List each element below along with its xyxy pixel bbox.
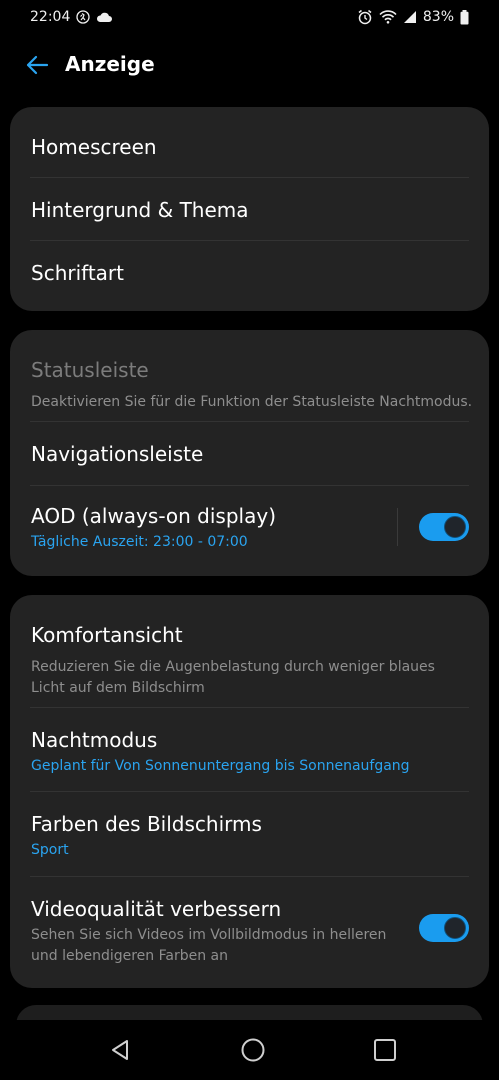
aod-subtitle: Tägliche Auszeit: 23:00 - 07:00 (31, 534, 248, 550)
komfortansicht-subtitle: Reduzieren Sie die Augenbelastung durch … (31, 659, 435, 696)
status-time: 22:04 (30, 9, 71, 25)
triangle-back-icon (108, 1038, 132, 1066)
divider (397, 508, 398, 546)
statusleiste-label: Statusleiste (31, 358, 149, 382)
page-title: Anzeige (65, 52, 155, 76)
app-bar: Anzeige (0, 40, 499, 92)
signal-icon (403, 10, 417, 24)
wallpaper-theme-item[interactable]: Hintergrund & Thema (30, 178, 469, 241)
font-item[interactable]: Schriftart (30, 241, 469, 304)
back-nav-button[interactable] (102, 1034, 138, 1070)
settings-card-bars: Statusleiste Deaktivieren Sie für die Fu… (10, 330, 489, 576)
cloud-icon (96, 11, 113, 23)
navigationsleiste-label: Navigationsleiste (31, 442, 204, 466)
komfortansicht-label: Komfortansicht (31, 623, 183, 647)
farben-label: Farben des Bildschirms (31, 812, 262, 836)
video-subtitle: Sehen Sie sich Videos im Vollbildmodus i… (31, 927, 387, 964)
video-label: Videoqualität verbessern (31, 897, 282, 921)
aod-label: AOD (always-on display) (31, 504, 276, 528)
aod-toggle[interactable] (419, 513, 469, 541)
statusleiste-item: Statusleiste Deaktivieren Sie für die Fu… (30, 338, 473, 422)
toggle-knob (444, 516, 466, 538)
back-button[interactable] (22, 52, 52, 82)
arrow-left-icon (25, 55, 49, 79)
square-recents-icon (373, 1038, 397, 1066)
video-item[interactable]: Videoqualität verbessern Sehen Sie sich … (30, 877, 469, 982)
nachtmodus-label: Nachtmodus (31, 728, 158, 752)
aod-item[interactable]: AOD (always-on display) Tägliche Auszeit… (30, 486, 469, 570)
statusleiste-subtitle: Deaktivieren Sie für die Funktion der St… (31, 394, 473, 410)
status-bar: 22:04 83% (0, 0, 499, 34)
wifi-icon (379, 10, 397, 24)
nachtmodus-item[interactable]: Nachtmodus Geplant für Von Sonnenunterga… (30, 708, 469, 792)
alarm-icon (357, 9, 373, 25)
step-counter-icon (76, 10, 91, 24)
home-nav-button[interactable] (235, 1034, 271, 1070)
wallpaper-theme-label: Hintergrund & Thema (31, 198, 249, 222)
circle-home-icon (240, 1037, 266, 1067)
navigationsleiste-item[interactable]: Navigationsleiste (30, 422, 469, 486)
recents-nav-button[interactable] (367, 1034, 403, 1070)
nachtmodus-subtitle: Geplant für Von Sonnenuntergang bis Sonn… (31, 758, 410, 774)
farben-item[interactable]: Farben des Bildschirms Sport (30, 792, 469, 877)
font-label: Schriftart (31, 261, 124, 285)
toggle-knob (444, 917, 466, 939)
komfortansicht-item[interactable]: Komfortansicht Reduzieren Sie die Augenb… (30, 603, 469, 708)
settings-card-general: Homescreen Hintergrund & Thema Schriftar… (10, 107, 489, 311)
homescreen-label: Homescreen (31, 135, 157, 159)
navigation-bar (0, 1020, 499, 1080)
battery-icon (460, 9, 469, 25)
settings-card-display: Komfortansicht Reduzieren Sie die Augenb… (10, 595, 489, 988)
homescreen-item[interactable]: Homescreen (30, 115, 469, 178)
battery-percent: 83% (422, 9, 454, 25)
farben-subtitle: Sport (31, 842, 69, 858)
video-toggle[interactable] (419, 914, 469, 942)
